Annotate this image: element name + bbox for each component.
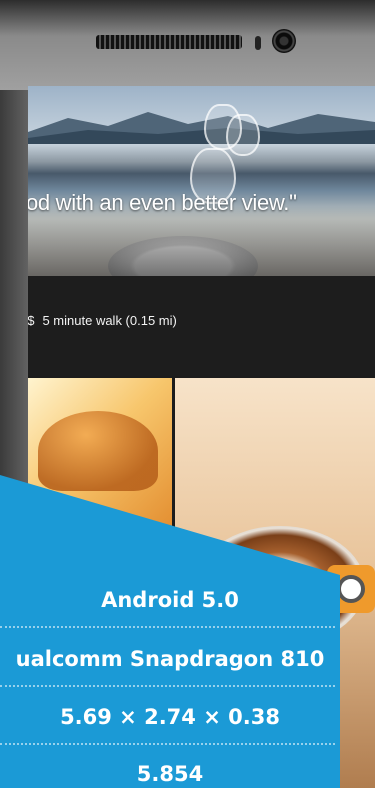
mountains-graphic — [28, 112, 375, 144]
spec-dimensions: 5.69 × 2.74 × 0.38 — [60, 705, 280, 729]
place-meta: $$ 5 minute walk (0.15 mi) — [28, 313, 177, 328]
sensor-icon — [255, 36, 261, 50]
shutter-ring — [337, 575, 365, 603]
spec-divider — [0, 743, 335, 745]
phone-screen: od with an even better view." $$ 5 minute… — [28, 86, 375, 788]
speaker-grille-icon — [96, 35, 242, 49]
spec-os: Android 5.0 — [101, 588, 239, 612]
review-quote: od with an even better view." — [28, 190, 297, 215]
wine-glass-graphic — [226, 114, 260, 156]
walk-distance: 5 minute walk (0.15 mi) — [42, 313, 177, 328]
front-camera-icon — [272, 29, 296, 53]
spec-weight: 5.854 — [136, 762, 204, 786]
spec-processor: ualcomm Snapdragon 810 — [15, 647, 325, 671]
sun-hat-graphic — [38, 411, 158, 491]
spec-divider — [0, 685, 335, 687]
spec-divider — [0, 626, 335, 628]
price-level: $$ — [28, 313, 35, 328]
